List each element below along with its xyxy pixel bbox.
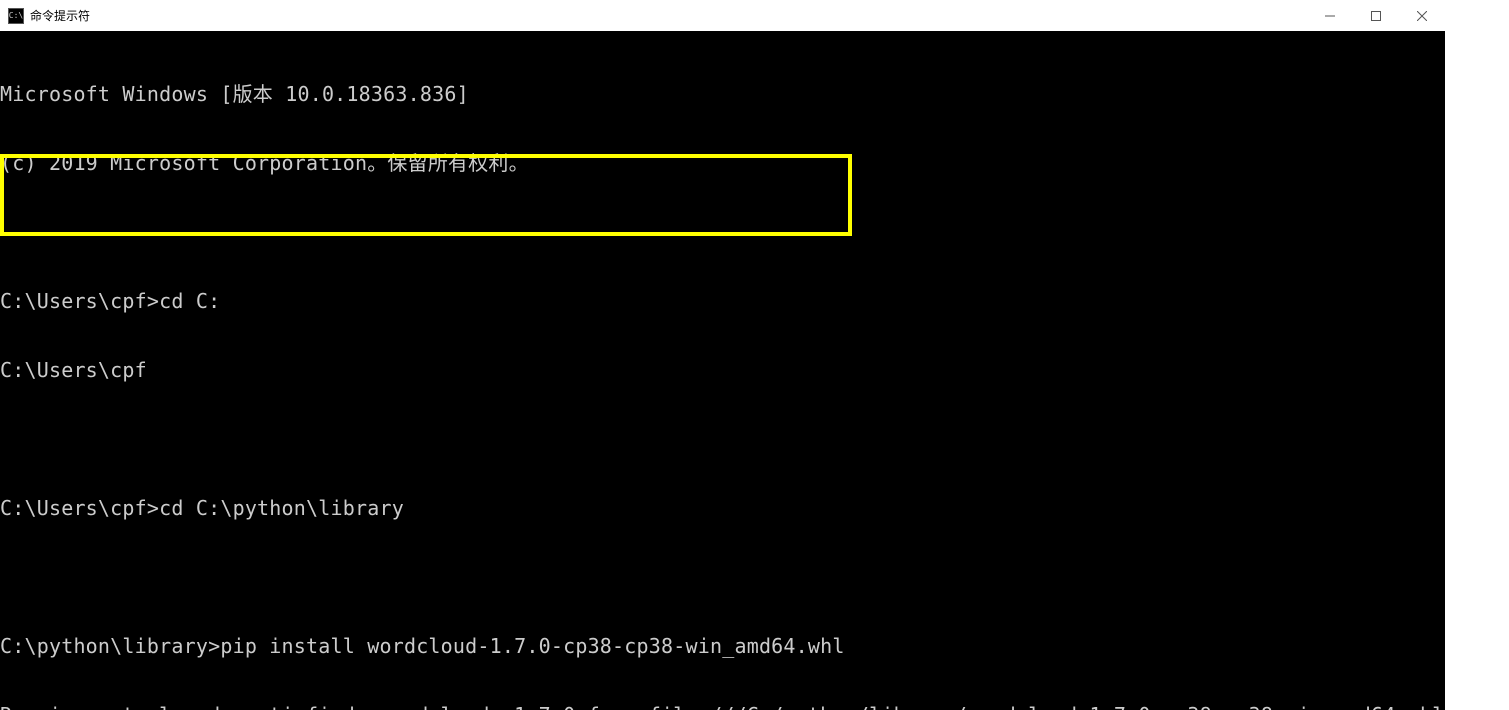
- term-blank: [0, 428, 1445, 451]
- term-line: Microsoft Windows [版本 10.0.18363.836]: [0, 83, 1445, 106]
- titlebar[interactable]: C:\ 命令提示符: [0, 0, 1445, 31]
- window-controls: [1307, 0, 1445, 31]
- close-button[interactable]: [1399, 0, 1445, 31]
- maximize-button[interactable]: [1353, 0, 1399, 31]
- term-line: (c) 2019 Microsoft Corporation。保留所有权利。: [0, 152, 1445, 175]
- term-line: Requirement already satisfied: wordcloud…: [0, 704, 1445, 710]
- term-line: C:\python\library>pip install wordcloud-…: [0, 635, 1445, 658]
- term-line: C:\Users\cpf>cd C:\python\library: [0, 497, 1445, 520]
- term-line: C:\Users\cpf: [0, 359, 1445, 382]
- term-blank: [0, 221, 1445, 244]
- cmd-icon: C:\: [8, 8, 24, 24]
- term-line: C:\Users\cpf>cd C:: [0, 290, 1445, 313]
- minimize-button[interactable]: [1307, 0, 1353, 31]
- cmd-window: C:\ 命令提示符 Microsoft Windows [版本 10.0.183…: [0, 0, 1445, 710]
- term-blank: [0, 566, 1445, 589]
- window-title: 命令提示符: [30, 7, 90, 24]
- terminal-output[interactable]: Microsoft Windows [版本 10.0.18363.836] (c…: [0, 31, 1445, 710]
